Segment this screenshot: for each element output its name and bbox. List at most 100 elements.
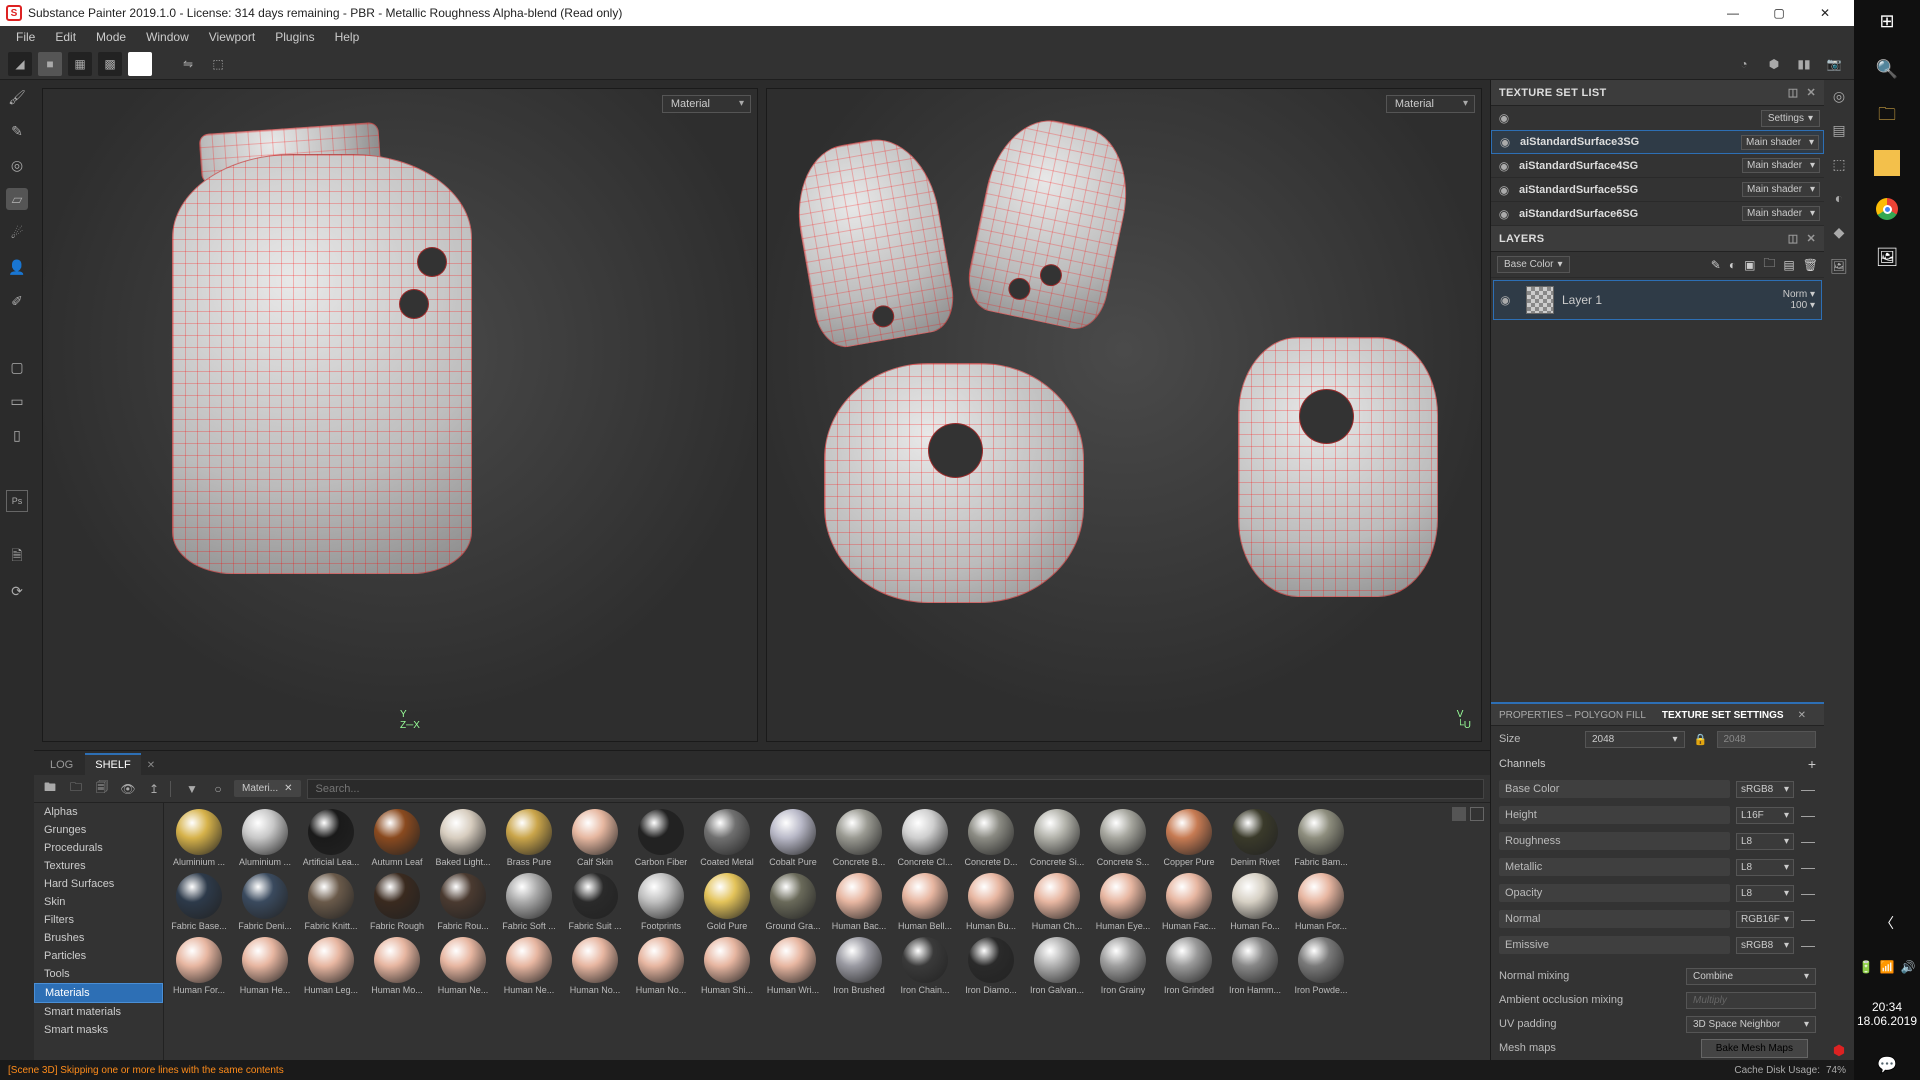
tool-mode-3-icon[interactable]: ▦ bbox=[68, 52, 92, 76]
explorer-icon[interactable]: 🗀 bbox=[1872, 102, 1902, 132]
material-thumbnail[interactable]: Fabric Soft ... bbox=[500, 873, 558, 931]
material-thumbnail[interactable]: Concrete D... bbox=[962, 809, 1020, 867]
layer-mask-icon[interactable]: ◐ bbox=[1729, 258, 1736, 272]
material-thumbnail[interactable]: Human Bell... bbox=[896, 873, 954, 931]
polyfill-tool-icon[interactable]: ▱ bbox=[6, 188, 28, 210]
layer-effect-icon[interactable]: ✎ bbox=[1711, 258, 1721, 272]
photos-icon[interactable]: 🖼 bbox=[1872, 242, 1902, 272]
material-thumbnail[interactable]: Human Leg... bbox=[302, 937, 360, 995]
shelf-import-icon[interactable]: 🗐 bbox=[92, 779, 112, 799]
projection-tool-icon[interactable]: ◎ bbox=[6, 154, 28, 176]
shelf-home-icon[interactable]: 🖿 bbox=[40, 779, 60, 799]
side-properties-icon[interactable]: ⬚ bbox=[1829, 154, 1849, 174]
shelf-grid[interactable]: Aluminium ...Aluminium ...Artificial Lea… bbox=[164, 803, 1490, 1060]
texture-set-row[interactable]: ◉ aiStandardSurface4SG Main shader▾ bbox=[1491, 154, 1824, 178]
material-thumbnail[interactable]: Carbon Fiber bbox=[632, 809, 690, 867]
layer-fill-icon[interactable]: ▣ bbox=[1744, 258, 1755, 272]
menu-viewport[interactable]: Viewport bbox=[199, 27, 265, 47]
material-thumbnail[interactable]: Artificial Lea... bbox=[302, 809, 360, 867]
material-thumbnail[interactable]: Autumn Leaf bbox=[368, 809, 426, 867]
material-thumbnail[interactable]: Concrete Si... bbox=[1028, 809, 1086, 867]
material-thumbnail[interactable]: Fabric Suit ... bbox=[566, 873, 624, 931]
smudge-tool-icon[interactable]: ☄ bbox=[6, 222, 28, 244]
geometry-icon[interactable]: ▭ bbox=[6, 390, 28, 412]
channel-format-dropdown[interactable]: L16F▾ bbox=[1736, 807, 1794, 824]
side-history-icon[interactable]: 🖼 bbox=[1829, 256, 1849, 276]
layer-opacity-dropdown[interactable]: 100 ▾ bbox=[1783, 300, 1815, 311]
shelf-category[interactable]: Smart masks bbox=[34, 1021, 163, 1039]
menu-plugins[interactable]: Plugins bbox=[265, 27, 324, 47]
shelf-sub-icon[interactable]: 🗀 bbox=[66, 779, 86, 799]
material-thumbnail[interactable]: Fabric Rough bbox=[368, 873, 426, 931]
wifi-icon[interactable]: 📶 bbox=[1880, 960, 1895, 974]
layer-name[interactable]: Layer 1 bbox=[1562, 293, 1775, 307]
capture-icon[interactable]: 📷 bbox=[1822, 52, 1846, 76]
viewport-3d-shading-dropdown[interactable]: Material bbox=[662, 95, 751, 113]
material-thumbnail[interactable]: Fabric Base... bbox=[170, 873, 228, 931]
material-thumbnail[interactable]: Fabric Rou... bbox=[434, 873, 492, 931]
grid-view-icon[interactable] bbox=[1452, 807, 1466, 821]
layers-undock-icon[interactable]: ◫ bbox=[1788, 232, 1799, 245]
layer-row[interactable]: ◉ Layer 1 Norm ▾ 100 ▾ bbox=[1493, 280, 1822, 320]
texture-set-row[interactable]: ◉ aiStandardSurface5SG Main shader▾ bbox=[1491, 178, 1824, 202]
side-layers-icon[interactable]: ▤ bbox=[1829, 120, 1849, 140]
material-thumbnail[interactable]: Denim Rivet bbox=[1226, 809, 1284, 867]
layer-add-icon[interactable]: ▤ bbox=[1783, 258, 1794, 272]
eraser-tool-icon[interactable]: ✎ bbox=[6, 120, 28, 142]
uv-padding-dropdown[interactable]: 3D Space Neighbor▾ bbox=[1686, 1016, 1816, 1033]
symmetry-icon[interactable]: ⇋ bbox=[176, 52, 200, 76]
side-substance-icon[interactable]: ⬢ bbox=[1829, 1040, 1849, 1060]
battery-icon[interactable]: 🔋 bbox=[1859, 960, 1874, 974]
shelf-category[interactable]: Particles bbox=[34, 947, 163, 965]
material-thumbnail[interactable]: Human Wri... bbox=[764, 937, 822, 995]
viewport-2d-shading-dropdown[interactable]: Material bbox=[1386, 95, 1475, 113]
tool-mode-2-icon[interactable]: ■ bbox=[38, 52, 62, 76]
material-thumbnail[interactable]: Cobalt Pure bbox=[764, 809, 822, 867]
shelf-filter-icon[interactable]: ▼ bbox=[182, 779, 202, 799]
ps-link-icon[interactable]: Ps bbox=[6, 490, 28, 512]
channel-format-dropdown[interactable]: L8▾ bbox=[1736, 859, 1794, 876]
shelf-category[interactable]: Hard Surfaces bbox=[34, 875, 163, 893]
channel-format-dropdown[interactable]: L8▾ bbox=[1736, 833, 1794, 850]
material-thumbnail[interactable]: Fabric Bam... bbox=[1292, 809, 1350, 867]
shelf-show-hidden-icon[interactable]: 👁 bbox=[118, 779, 138, 799]
visibility-all-icon[interactable]: ◉ bbox=[1495, 111, 1513, 125]
menu-window[interactable]: Window bbox=[136, 27, 199, 47]
iray-icon[interactable]: ⬢ bbox=[1762, 52, 1786, 76]
material-thumbnail[interactable]: Fabric Knitt... bbox=[302, 873, 360, 931]
shelf-export-icon[interactable]: ↥ bbox=[144, 779, 164, 799]
tab-shelf[interactable]: SHELF bbox=[85, 753, 140, 775]
sticky-notes-icon[interactable] bbox=[1874, 150, 1900, 176]
texture-set-row[interactable]: ◉ aiStandardSurface3SG Main shader▾ bbox=[1491, 130, 1824, 154]
shader-dropdown[interactable]: Main shader▾ bbox=[1742, 182, 1820, 197]
channel-remove-icon[interactable]: — bbox=[1800, 911, 1816, 927]
channel-remove-icon[interactable]: — bbox=[1800, 781, 1816, 797]
picker-tool-icon[interactable]: ✐ bbox=[6, 290, 28, 312]
visibility-icon[interactable]: ◉ bbox=[1496, 135, 1514, 149]
props-close-icon[interactable]: ✕ bbox=[1792, 706, 1812, 725]
material-thumbnail[interactable]: Iron Galvan... bbox=[1028, 937, 1086, 995]
material-thumbnail[interactable]: Baked Light... bbox=[434, 809, 492, 867]
tab-texture-set-settings[interactable]: TEXTURE SET SETTINGS bbox=[1654, 706, 1792, 725]
shelf-category[interactable]: Grunges bbox=[34, 821, 163, 839]
layer-blend-dropdown[interactable]: Norm ▾ bbox=[1783, 289, 1815, 300]
layer-folder-icon[interactable]: 🗀 bbox=[1763, 254, 1775, 275]
layers-close-icon[interactable]: ✕ bbox=[1806, 232, 1816, 245]
channel-remove-icon[interactable]: — bbox=[1800, 833, 1816, 849]
material-thumbnail[interactable]: Human Fo... bbox=[1226, 873, 1284, 931]
tab-log[interactable]: LOG bbox=[40, 753, 83, 775]
material-thumbnail[interactable]: Concrete B... bbox=[830, 809, 888, 867]
layer-delete-icon[interactable]: 🗑 bbox=[1803, 258, 1818, 272]
resource-icon[interactable]: 🗎 bbox=[6, 546, 28, 568]
shelf-filter-chip[interactable]: Materi...✕ bbox=[234, 780, 301, 797]
material-thumbnail[interactable]: Human No... bbox=[566, 937, 624, 995]
shelf-category[interactable]: Procedurals bbox=[34, 839, 163, 857]
refresh-icon[interactable]: ⟳ bbox=[6, 580, 28, 602]
menu-mode[interactable]: Mode bbox=[86, 27, 136, 47]
side-display-icon[interactable]: ◐ bbox=[1829, 188, 1849, 208]
start-button-icon[interactable]: ⊞ bbox=[1872, 6, 1902, 36]
panel-close-icon[interactable]: ✕ bbox=[1806, 86, 1816, 99]
material-thumbnail[interactable]: Human He... bbox=[236, 937, 294, 995]
material-thumbnail[interactable]: Iron Diamo... bbox=[962, 937, 1020, 995]
shelf-all-icon[interactable]: ○ bbox=[208, 779, 228, 799]
